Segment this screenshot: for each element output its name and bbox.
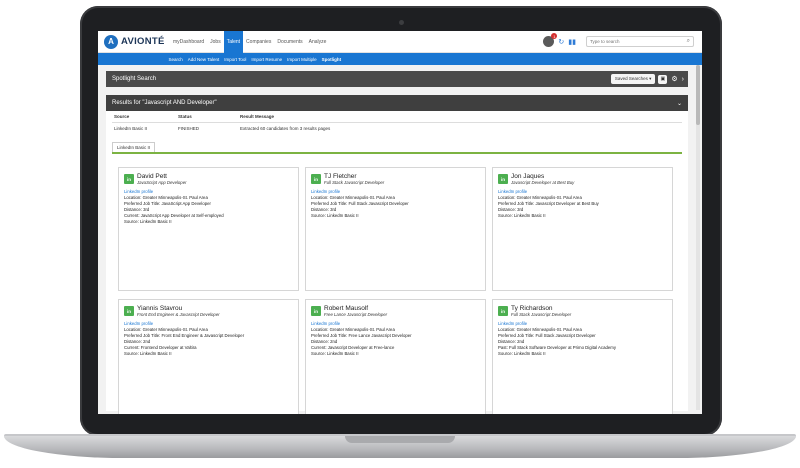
card-header: in Yiannis Stavrou Front End Engineer & … [124,305,293,317]
save-icon[interactable]: ▣ [658,74,668,84]
chart-icon[interactable]: ▮▮ [568,38,576,46]
nav-documents[interactable]: Documents [274,31,305,53]
candidate-card[interactable]: in Ty Richardson Full Stack Javascript D… [492,299,673,414]
candidate-name[interactable]: TJ Fletcher [324,173,384,180]
candidate-title: Javascript Developer at Best Buy [511,180,575,185]
candidate-name[interactable]: Yiannis Stavrou [137,305,220,312]
candidate-detail: Source: LinkedIn Basic II [124,219,172,224]
candidate-card[interactable]: in David Pett JavaScript App Developer L… [118,167,299,291]
name-block: David Pett JavaScript App Developer [137,173,187,185]
avatar[interactable]: 1 [543,33,558,47]
topbar-actions: 1 ↻ ▮▮ ⌕ [543,33,702,47]
nav-talent[interactable]: Talent [223,31,244,53]
candidate-card[interactable]: in Yiannis Stavrou Front End Engineer & … [118,299,299,414]
candidate-detail: Source: LinkedIn Basic II [311,351,359,356]
logo[interactable]: A AVIONTÉ [104,34,170,49]
card-header: in TJ Fletcher Full Stack Javascript Dev… [311,173,480,185]
history-icon[interactable]: ↻ [558,38,564,46]
candidate-name[interactable]: Ty Richardson [511,305,571,312]
row-status: FINISHED [178,126,200,131]
candidate-detail: Source: LinkedIn Basic II [498,213,546,218]
candidate-card[interactable]: in TJ Fletcher Full Stack Javascript Dev… [305,167,486,291]
linkedin-icon: in [498,174,508,184]
candidate-name[interactable]: David Pett [137,173,187,180]
candidate-cards: in David Pett JavaScript App Developer L… [118,167,684,414]
name-block: Robert Mausolf Free Lance Javascript Dev… [324,305,387,317]
search-icon[interactable]: ⌕ [687,38,690,45]
subnav-search[interactable]: Search [166,57,185,62]
chevron-down-icon[interactable]: ⌄ [677,100,682,107]
laptop-notch [345,436,455,443]
linkedin-icon: in [124,306,134,316]
subnav-spotlight[interactable]: Spotlight [319,57,344,62]
candidate-title: Full Stack Javascript Developer [511,312,572,317]
notification-badge: 1 [551,33,558,39]
linkedin-icon: in [498,306,508,316]
gear-icon[interactable]: ⚙ [671,75,677,83]
candidate-title: Full Stack Javascript Developer [324,180,385,185]
screen: A AVIONTÉ myDashboard Jobs Talent Compan… [98,31,702,414]
table-header-row: Source Status Result Message [112,111,682,123]
candidate-title: JavaScript App Developer [137,180,187,185]
col-result-message: Result Message [238,111,682,123]
scrollbar-thumb[interactable] [696,65,700,125]
tab-linkedin-basic[interactable]: LinkedIn Basic II [112,142,156,152]
main-nav: myDashboard Jobs Talent Companies Docume… [170,31,329,53]
results-body: Source Status Result Message LinkedIn Ba… [106,111,688,414]
spotlight-header: Spotlight Search Saved Searches ▾ ▣ ⚙ › [106,71,688,87]
candidate-detail: Source: LinkedIn Basic II [498,351,546,356]
nav-analyze[interactable]: Analyze [306,31,330,53]
card-header: in Robert Mausolf Free Lance Javascript … [311,305,480,317]
candidate-title: Front End Engineer & Javascript Develope… [137,312,220,317]
name-block: Jon Jaques Javascript Developer at Best … [511,173,574,185]
name-block: TJ Fletcher Full Stack Javascript Develo… [324,173,384,185]
subnav-import-multiple[interactable]: Import Multiple [285,57,320,62]
candidate-title: Free Lance Javascript Developer [324,312,388,317]
col-source: Source [112,111,176,123]
candidate-name[interactable]: Robert Mausolf [324,305,387,312]
card-header: in Jon Jaques Javascript Developer at Be… [498,173,667,185]
tab-divider [112,152,682,154]
candidate-card[interactable]: in Jon Jaques Javascript Developer at Be… [492,167,673,291]
candidate-card[interactable]: in Robert Mausolf Free Lance Javascript … [305,299,486,414]
top-bar: A AVIONTÉ myDashboard Jobs Talent Compan… [98,31,702,53]
candidate-detail: Source: LinkedIn Basic II [124,351,172,356]
subnav-add-new-talent[interactable]: Add New Talent [185,57,221,62]
nav-mydashboard[interactable]: myDashboard [170,31,207,53]
candidate-detail: Source: LinkedIn Basic II [311,213,359,218]
subnav-import-tool[interactable]: Import Tool [222,57,249,62]
linkedin-icon: in [311,306,321,316]
scrollbar[interactable] [696,65,700,410]
card-header: in Ty Richardson Full Stack Javascript D… [498,305,667,317]
results-header: Results for "Javascript AND Developer" ⌄ [106,95,688,111]
search-input[interactable] [590,39,687,44]
col-status: Status [176,111,238,123]
saved-searches-dropdown[interactable]: Saved Searches ▾ [610,74,656,84]
source-tabs: LinkedIn Basic II [112,142,688,152]
table-row: LinkedIn Basic II FINISHED Extracted 60 … [112,123,682,135]
card-header: in David Pett JavaScript App Developer [124,173,293,185]
name-block: Ty Richardson Full Stack Javascript Deve… [511,305,571,317]
logo-text: AVIONTÉ [121,36,165,47]
logo-mark: A [104,34,118,49]
nav-companies[interactable]: Companies [243,31,274,53]
webcam [399,20,404,25]
linkedin-icon: in [311,174,321,184]
candidate-name[interactable]: Jon Jaques [511,173,574,180]
results-table: Source Status Result Message LinkedIn Ba… [112,111,682,134]
row-message: Extracted 60 candidates from 3 results p… [240,126,331,131]
nav-jobs[interactable]: Jobs [207,31,224,53]
row-source: LinkedIn Basic II [114,126,148,131]
sub-nav: Search Add New Talent Import Tool Import… [98,53,702,65]
search-box: ⌕ [586,36,694,47]
results-title: Results for "Javascript AND Developer" [112,100,217,106]
linkedin-icon: in [124,174,134,184]
chevron-right-icon[interactable]: › [682,76,684,83]
name-block: Yiannis Stavrou Front End Engineer & Jav… [137,305,220,317]
subnav-import-resume[interactable]: Import Resume [249,57,285,62]
spotlight-title: Spotlight Search [112,76,157,82]
